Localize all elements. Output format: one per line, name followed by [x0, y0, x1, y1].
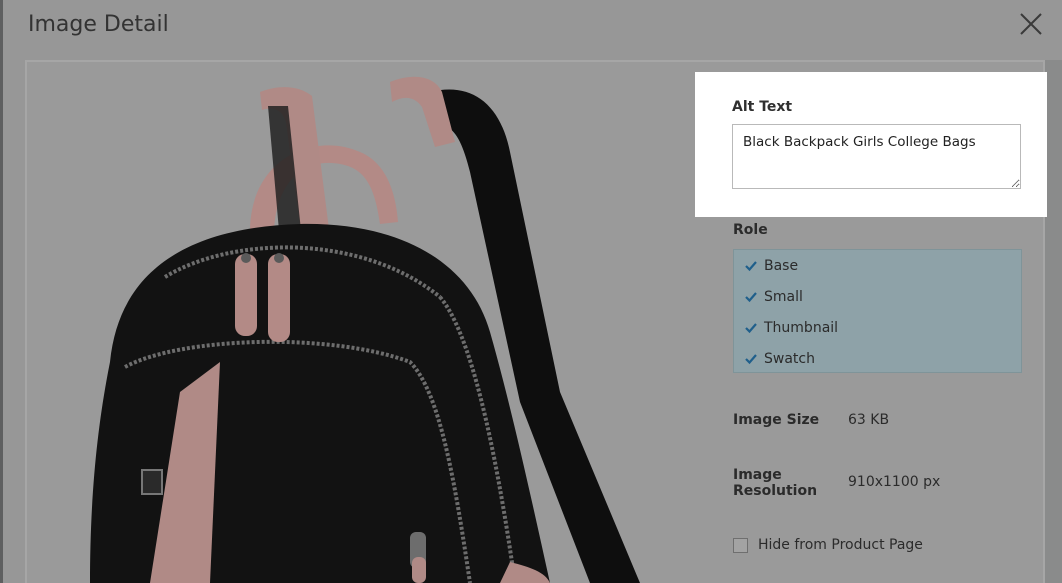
- role-label: Role: [733, 222, 768, 238]
- role-list: Base Small Thumbnail Swatch: [733, 249, 1022, 373]
- close-icon: [1020, 13, 1042, 35]
- checkmark-icon: [745, 291, 757, 302]
- checkmark-icon: [745, 353, 757, 364]
- hide-from-product-page[interactable]: Hide from Product Page: [733, 537, 923, 553]
- role-option-small[interactable]: Small: [734, 281, 1021, 312]
- image-size-value: 63 KB: [848, 412, 890, 428]
- role-option-base[interactable]: Base: [734, 250, 1021, 281]
- image-size-label: Image Size: [733, 412, 820, 428]
- hide-label: Hide from Product Page: [758, 537, 923, 553]
- role-option-label: Swatch: [764, 350, 815, 367]
- alt-text-section: Alt Text Black Backpack Girls College Ba…: [695, 72, 1047, 217]
- checkmark-icon: [745, 260, 757, 271]
- modal-scroll-edge: [1045, 60, 1062, 583]
- modal-title: Image Detail: [28, 12, 169, 37]
- image-resolution-value: 910x1100 px: [848, 474, 941, 490]
- role-option-thumbnail[interactable]: Thumbnail: [734, 312, 1021, 343]
- role-option-label: Thumbnail: [764, 319, 839, 336]
- image-resolution-label-line1: Image: [733, 467, 782, 483]
- hide-checkbox[interactable]: [733, 537, 748, 553]
- alt-text-label: Alt Text: [732, 99, 793, 115]
- product-image: [30, 62, 690, 583]
- alt-text-input[interactable]: Black Backpack Girls College Bags: [732, 124, 1021, 189]
- role-option-label: Small: [764, 288, 803, 305]
- image-resolution-label: Image Resolution: [733, 467, 823, 499]
- role-option-label: Base: [764, 257, 799, 274]
- checkmark-icon: [745, 322, 757, 333]
- role-option-swatch[interactable]: Swatch: [734, 343, 1021, 374]
- close-button[interactable]: [1017, 10, 1045, 38]
- image-resolution-label-line2: Resolution: [733, 483, 818, 499]
